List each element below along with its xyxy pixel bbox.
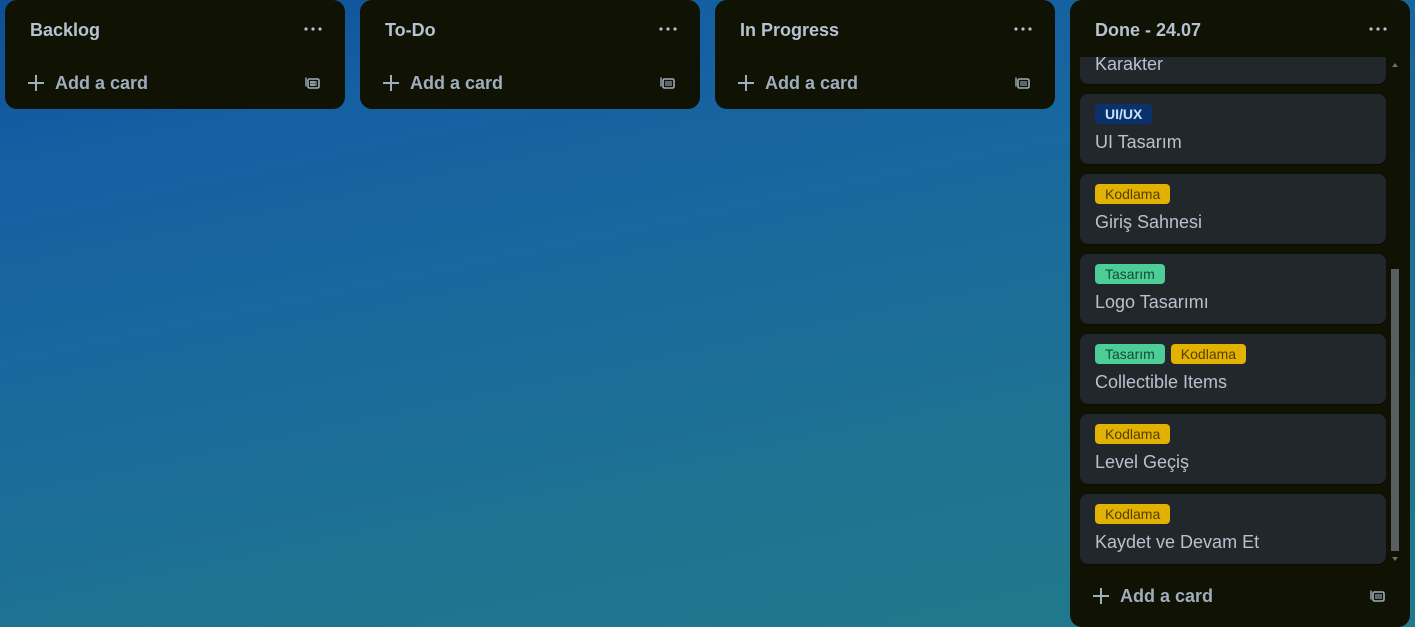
add-card-row: Add a card xyxy=(5,60,345,106)
scroll-thumb[interactable] xyxy=(1391,269,1399,551)
card-title: Giriş Sahnesi xyxy=(1095,212,1203,232)
card-title: Level Geçiş xyxy=(1095,452,1190,472)
card-labels: Tasarım xyxy=(1095,264,1165,284)
card[interactable]: Kodlama Giriş Sahnesi xyxy=(1080,174,1386,244)
label-kodlama[interactable]: Kodlama xyxy=(1170,344,1247,364)
add-card-label: Add a card xyxy=(410,72,504,93)
add-card-button[interactable]: Add a card xyxy=(25,65,148,101)
add-card-row: Add a card xyxy=(360,60,700,106)
list-header: To-Do xyxy=(360,0,700,60)
card[interactable]: Tasarım Logo Tasarımı xyxy=(1080,254,1386,324)
plus-icon xyxy=(738,75,754,91)
card-labels: UI/UX xyxy=(1095,104,1153,124)
list-title[interactable]: To-Do xyxy=(385,20,436,41)
list-todo: To-Do Add a card xyxy=(360,0,700,109)
card-title: Kaydet ve Devam Et xyxy=(1095,532,1260,552)
card-title: Karakter xyxy=(1095,57,1164,74)
card-template-icon[interactable] xyxy=(1366,584,1390,608)
card-list[interactable]: Karakter UI/UX UI Tasarım Kodlama Giriş … xyxy=(1080,57,1396,567)
add-card-button[interactable]: Add a card xyxy=(735,65,858,101)
label-kodlama[interactable]: Kodlama xyxy=(1095,504,1171,524)
plus-icon xyxy=(28,75,44,91)
add-card-label: Add a card xyxy=(1120,585,1214,606)
card-list-scrollbar[interactable] xyxy=(1388,57,1402,567)
label-kodlama[interactable]: Kodlama xyxy=(1095,184,1171,204)
add-card-label: Add a card xyxy=(55,72,149,93)
card-title: Collectible Items xyxy=(1095,372,1228,392)
label-tasarim[interactable]: Tasarım xyxy=(1095,344,1165,364)
scroll-down-arrow-icon[interactable] xyxy=(1391,555,1399,563)
card-title: Logo Tasarımı xyxy=(1095,292,1209,312)
card-template-icon[interactable] xyxy=(1011,71,1035,95)
list-title[interactable]: In Progress xyxy=(740,20,839,41)
card-labels: Kodlama xyxy=(1095,504,1171,524)
add-card-button[interactable]: Add a card xyxy=(1090,578,1213,614)
add-card-label: Add a card xyxy=(765,72,859,93)
list-in-progress: In Progress Add a card xyxy=(715,0,1055,109)
card-template-icon[interactable] xyxy=(656,71,680,95)
more-dots-icon[interactable] xyxy=(656,17,680,41)
card-template-icon[interactable] xyxy=(301,71,325,95)
list-title[interactable]: Backlog xyxy=(30,20,100,41)
label-tasarim[interactable]: Tasarım xyxy=(1095,264,1165,284)
card-labels: Kodlama xyxy=(1095,184,1171,204)
card[interactable]: Kodlama Kaydet ve Devam Et xyxy=(1080,494,1386,564)
list-backlog: Backlog Add a card xyxy=(5,0,345,109)
plus-icon xyxy=(1093,588,1109,604)
add-card-row: Add a card xyxy=(715,60,1055,106)
card-labels: Tasarım Kodlama xyxy=(1095,344,1247,364)
label-kodlama[interactable]: Kodlama xyxy=(1095,424,1171,444)
card[interactable]: UI/UX UI Tasarım xyxy=(1080,94,1386,164)
card[interactable]: Tasarım Kodlama Collectible Items xyxy=(1080,334,1386,404)
card[interactable]: Kodlama Level Geçiş xyxy=(1080,414,1386,484)
add-card-button[interactable]: Add a card xyxy=(380,65,503,101)
list-header: Done - 24.07 xyxy=(1070,0,1410,60)
card-title: UI Tasarım xyxy=(1095,132,1182,152)
add-card-row: Add a card xyxy=(1070,573,1410,619)
card[interactable]: Karakter xyxy=(1080,57,1386,84)
more-dots-icon[interactable] xyxy=(301,17,325,41)
card-labels: Kodlama xyxy=(1095,424,1171,444)
more-dots-icon[interactable] xyxy=(1366,17,1390,41)
label-uiux[interactable]: UI/UX xyxy=(1095,104,1153,124)
list-title[interactable]: Done - 24.07 xyxy=(1095,20,1201,41)
list-header: In Progress xyxy=(715,0,1055,60)
list-done: Done - 24.07 Karakter UI/UX UI Tasarım K… xyxy=(1070,0,1410,627)
scroll-up-arrow-icon[interactable] xyxy=(1391,61,1399,69)
plus-icon xyxy=(383,75,399,91)
more-dots-icon[interactable] xyxy=(1011,17,1035,41)
list-header: Backlog xyxy=(5,0,345,60)
